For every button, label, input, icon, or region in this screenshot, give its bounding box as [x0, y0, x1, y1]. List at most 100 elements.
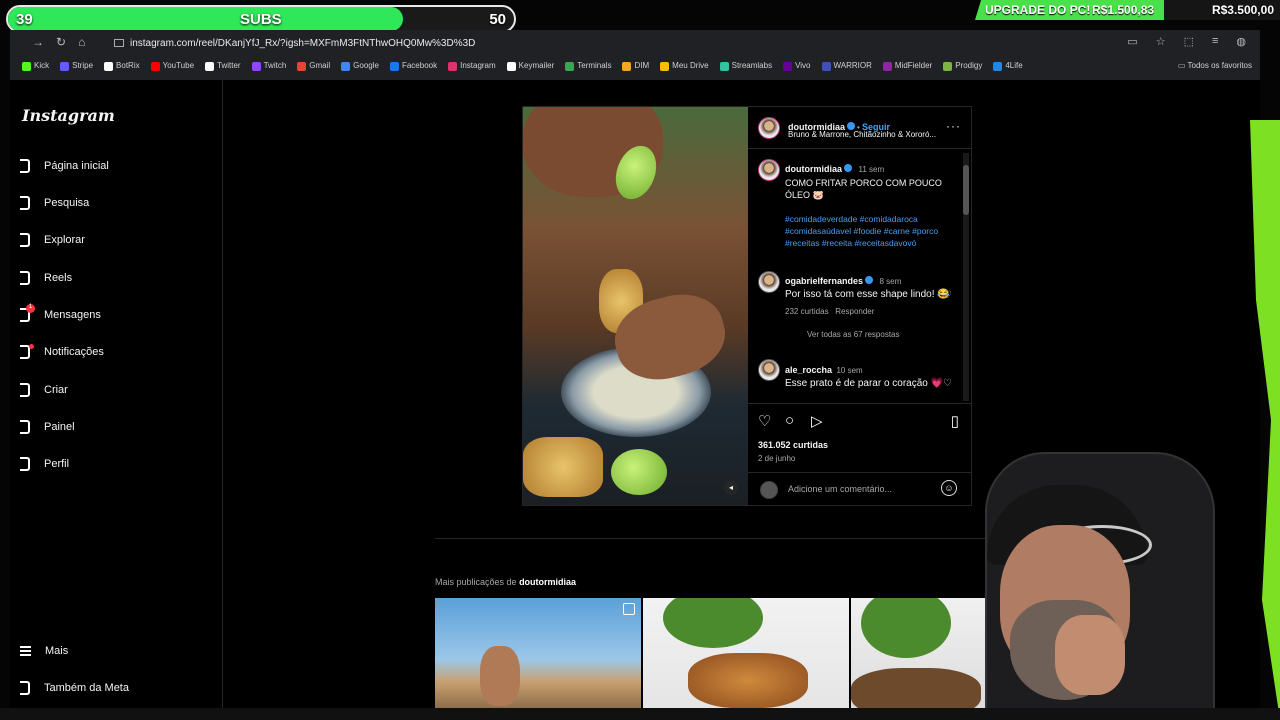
comment-avatar[interactable]	[758, 359, 780, 381]
bookmark-item[interactable]: 4Life	[993, 61, 1023, 71]
comment-username[interactable]: ale_roccha	[785, 365, 832, 375]
bookmark-item[interactable]: Streamlabs	[719, 61, 772, 71]
bookmark-item[interactable]: Stripe	[60, 61, 94, 71]
bookmark-item[interactable]: Terminals	[565, 61, 611, 71]
bookmark-favicon-icon	[882, 61, 892, 71]
extensions-icon[interactable]: ⬚	[1184, 35, 1194, 48]
sidebar-item[interactable]: Perfil	[20, 451, 210, 477]
hand-shape	[1055, 615, 1125, 695]
sidebar-item[interactable]: Pesquisa	[20, 190, 210, 216]
view-replies[interactable]: Ver todas as 67 respostas	[785, 330, 950, 339]
sidebar-item[interactable]: Notificações	[20, 339, 210, 365]
sidebar-item[interactable]: Explorar	[20, 227, 210, 253]
bookmark-item[interactable]: Kick	[22, 61, 49, 71]
bookmark-item[interactable]: Twitter	[205, 61, 241, 71]
bookmark-item[interactable]: Google	[341, 61, 379, 71]
bookmark-favicon-icon	[389, 61, 399, 71]
site-info-icon[interactable]	[114, 39, 124, 48]
home-icon[interactable]: ⌂	[78, 35, 85, 49]
bookmark-star-icon[interactable]: ☆	[1156, 35, 1166, 48]
bookmark-item[interactable]: Keymailer	[506, 61, 554, 71]
bookmark-item[interactable]: DIM	[622, 61, 649, 71]
sidebar-item[interactable]: Mais	[20, 638, 210, 664]
bookmark-favicon-icon	[297, 61, 307, 71]
caption-username[interactable]: doutormidiaa	[785, 164, 842, 174]
bookmark-label: Facebook	[401, 61, 438, 71]
sidebar-nav-icon	[20, 159, 30, 173]
bookmark-favicon-icon	[783, 61, 793, 71]
sidebar-item[interactable]: Página inicial	[20, 153, 210, 179]
instagram-logo[interactable]: Instagram	[22, 106, 115, 125]
sidebar: Instagram Página inicial Pesquisa Explorar…	[10, 80, 223, 710]
comment-text: Por isso tá com esse shape lindo! 😂	[785, 289, 950, 300]
forward-icon[interactable]: →	[32, 35, 44, 49]
menu-icon[interactable]: ≡	[1212, 35, 1218, 48]
bookmarks-folder[interactable]: ▭ Todos os favoritos	[1178, 61, 1252, 70]
messages-badge: 1	[26, 304, 35, 313]
bookmark-item[interactable]: Meu Drive	[660, 61, 709, 71]
bookmark-label: Google	[353, 61, 379, 71]
person-shape	[480, 646, 520, 706]
comment-input[interactable]: Adicione um comentário...	[788, 484, 892, 494]
mute-icon[interactable]: ◂	[724, 481, 738, 495]
comment-avatar[interactable]	[758, 271, 780, 293]
address-bar[interactable]: instagram.com/reel/DKanjYfJ_Rx/?igsh=MXF…	[114, 34, 1134, 54]
lime-shape	[611, 449, 667, 495]
sidebar-item[interactable]: Reels	[20, 265, 210, 291]
save-icon[interactable]: ▯	[951, 412, 959, 430]
comments-scrollbar[interactable]	[963, 153, 969, 401]
cast-icon[interactable]: ▭	[1127, 35, 1137, 48]
bookmark-item[interactable]: YouTube	[150, 61, 194, 71]
comment-like-icon[interactable]: ♡	[943, 379, 953, 389]
bookmark-item[interactable]: WARRIOR	[821, 61, 872, 71]
comment-like-icon[interactable]: ♡	[943, 291, 953, 301]
post-thumbnail[interactable]	[435, 598, 641, 710]
bookmark-item[interactable]: Gmail	[297, 61, 330, 71]
profile-icon[interactable]: ◍	[1236, 35, 1246, 48]
author-avatar[interactable]	[758, 117, 780, 139]
subs-goal: 50	[489, 11, 506, 28]
comment-likes[interactable]: 232 curtidas	[785, 307, 829, 316]
like-icon[interactable]: ♡	[758, 412, 771, 430]
share-icon[interactable]: ▷	[811, 412, 823, 430]
browser-nav-buttons: → ↻ ⌂	[32, 35, 85, 49]
reel-video[interactable]: ◂	[523, 107, 748, 505]
sidebar-item-label: Criar	[44, 384, 68, 396]
bookmark-favicon-icon	[719, 61, 729, 71]
likes-count[interactable]: 361.052 curtidas	[758, 440, 828, 450]
bookmark-favicon-icon	[506, 61, 516, 71]
comment: ogabrielfernandes 8 sem Por isso tá com …	[785, 271, 950, 339]
scroll-thumb[interactable]	[963, 165, 969, 215]
bookmark-favicon-icon	[205, 61, 215, 71]
bookmark-label: Prodigy	[955, 61, 983, 71]
sidebar-item[interactable]: 1 Mensagens	[20, 302, 210, 328]
bookmark-item[interactable]: Prodigy	[943, 61, 983, 71]
bookmark-item[interactable]: Twitch	[251, 61, 287, 71]
comment-icon[interactable]: ○	[785, 412, 794, 429]
caption-hashtags[interactable]: #comidadeverdade #comidadaroca #comidasa…	[785, 213, 960, 249]
bookmark-item[interactable]: Vivo	[783, 61, 811, 71]
reload-icon[interactable]: ↻	[56, 35, 66, 49]
sidebar-item-label: Explorar	[44, 234, 85, 246]
bookmark-label: Stripe	[72, 61, 94, 71]
subs-progress-fill	[8, 7, 403, 31]
bookmark-item[interactable]: BotRix	[104, 61, 140, 71]
more-posts-user[interactable]: doutormidiaa	[519, 577, 576, 587]
bookmark-item[interactable]: Instagram	[448, 61, 496, 71]
sidebar-item[interactable]: Criar	[20, 377, 210, 403]
comment-username[interactable]: ogabrielfernandes	[785, 276, 863, 286]
audio-track[interactable]: Bruno & Marrone, Chitãozinho & Xororó...	[788, 130, 938, 139]
reel-icon	[623, 603, 635, 615]
stream-screen: 39 SUBS 50 UPGRADE DO PC! R$1.500,83 R$3…	[0, 0, 1280, 720]
reply-button[interactable]: Responder	[835, 307, 874, 316]
sidebar-item-label: Também da Meta	[44, 682, 129, 694]
bookmark-label: Twitch	[263, 61, 287, 71]
bookmark-item[interactable]: Facebook	[389, 61, 438, 71]
more-options-icon[interactable]: ···	[946, 119, 961, 133]
sidebar-item[interactable]: Painel	[20, 414, 210, 440]
comment-time: 10 sem	[836, 366, 863, 375]
bookmark-item[interactable]: MidFielder	[882, 61, 932, 71]
post-thumbnail[interactable]	[643, 598, 849, 710]
sidebar-item[interactable]: Também da Meta	[20, 675, 210, 701]
caption-avatar[interactable]	[758, 159, 780, 181]
